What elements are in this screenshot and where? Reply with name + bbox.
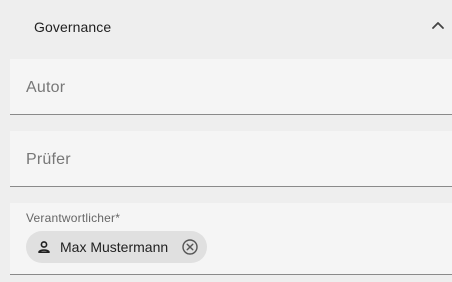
pruefer-field[interactable]: Prüfer	[10, 131, 452, 187]
person-icon	[38, 241, 50, 253]
autor-field-label: Autor	[26, 79, 66, 96]
panel-title: Governance	[34, 19, 112, 35]
person-chip[interactable]: Max Mustermann	[26, 231, 207, 263]
chip-label: Max Mustermann	[60, 239, 169, 255]
verantwortlicher-field-label: Verantwortlicher*	[26, 211, 121, 225]
close-circle-icon[interactable]	[181, 238, 199, 256]
governance-panel-header[interactable]: Governance	[0, 0, 452, 56]
autor-field[interactable]: Autor	[10, 59, 452, 115]
pruefer-field-label: Prüfer	[26, 151, 71, 168]
chevron-up-icon[interactable]	[431, 19, 445, 31]
verantwortlicher-field[interactable]: Verantwortlicher* Max Mustermann	[10, 203, 452, 275]
